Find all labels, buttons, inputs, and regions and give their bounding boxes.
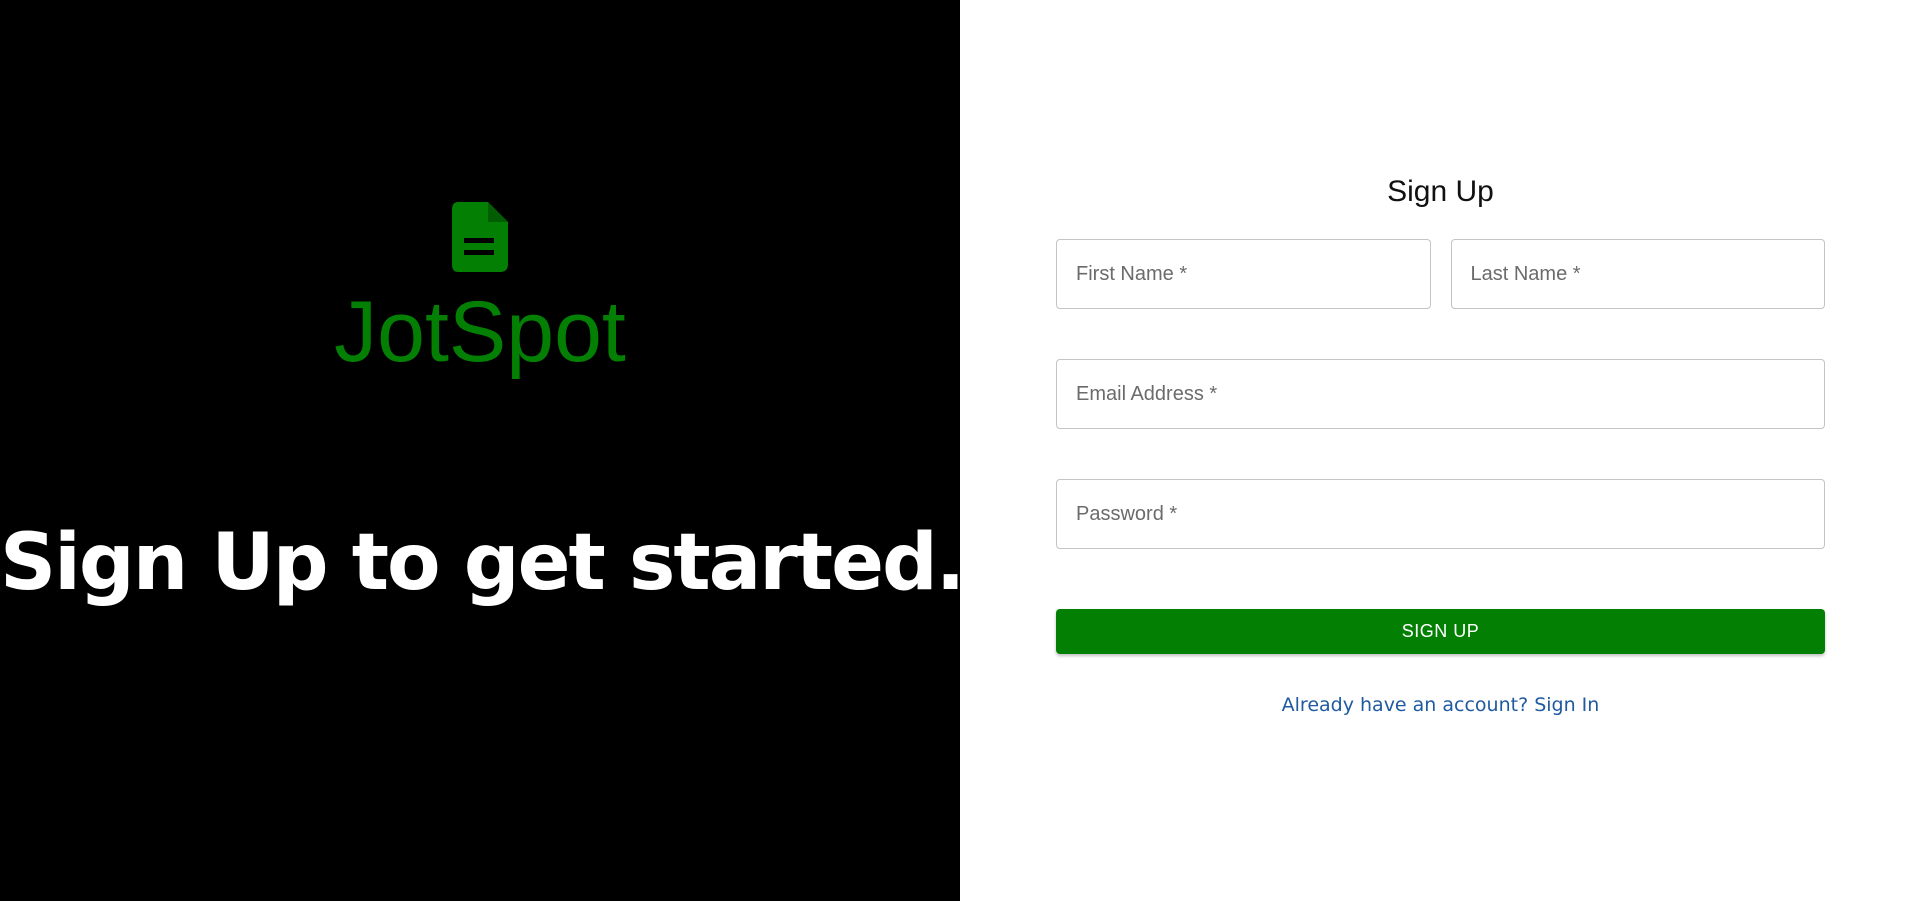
sign-up-button[interactable]: SIGN UP	[1056, 609, 1825, 654]
brand: JotSpot	[0, 200, 960, 375]
brand-name: JotSpot	[334, 284, 626, 380]
form-title: Sign Up	[1387, 175, 1494, 208]
password-input[interactable]	[1074, 501, 1807, 527]
last-name-input[interactable]	[1468, 261, 1807, 287]
form-panel: Sign Up SIGN UP Already h	[960, 0, 1911, 901]
signup-form: Sign Up SIGN UP Already h	[1056, 170, 1825, 716]
first-name-input[interactable]	[1074, 261, 1413, 287]
email-row	[1056, 359, 1825, 429]
first-name-field[interactable]	[1056, 239, 1431, 309]
password-field[interactable]	[1056, 479, 1825, 549]
last-name-field[interactable]	[1450, 239, 1825, 309]
password-row	[1056, 479, 1825, 549]
email-input[interactable]	[1074, 381, 1807, 407]
signup-page: JotSpot Sign Up to get started. Sign Up	[0, 0, 1911, 901]
name-row	[1056, 239, 1825, 309]
tagline: Sign Up to get started.	[0, 518, 965, 608]
sign-in-link[interactable]: Already have an account? Sign In	[1056, 694, 1825, 716]
document-icon	[450, 200, 510, 274]
brand-panel: JotSpot Sign Up to get started.	[0, 0, 965, 901]
email-field[interactable]	[1056, 359, 1825, 429]
